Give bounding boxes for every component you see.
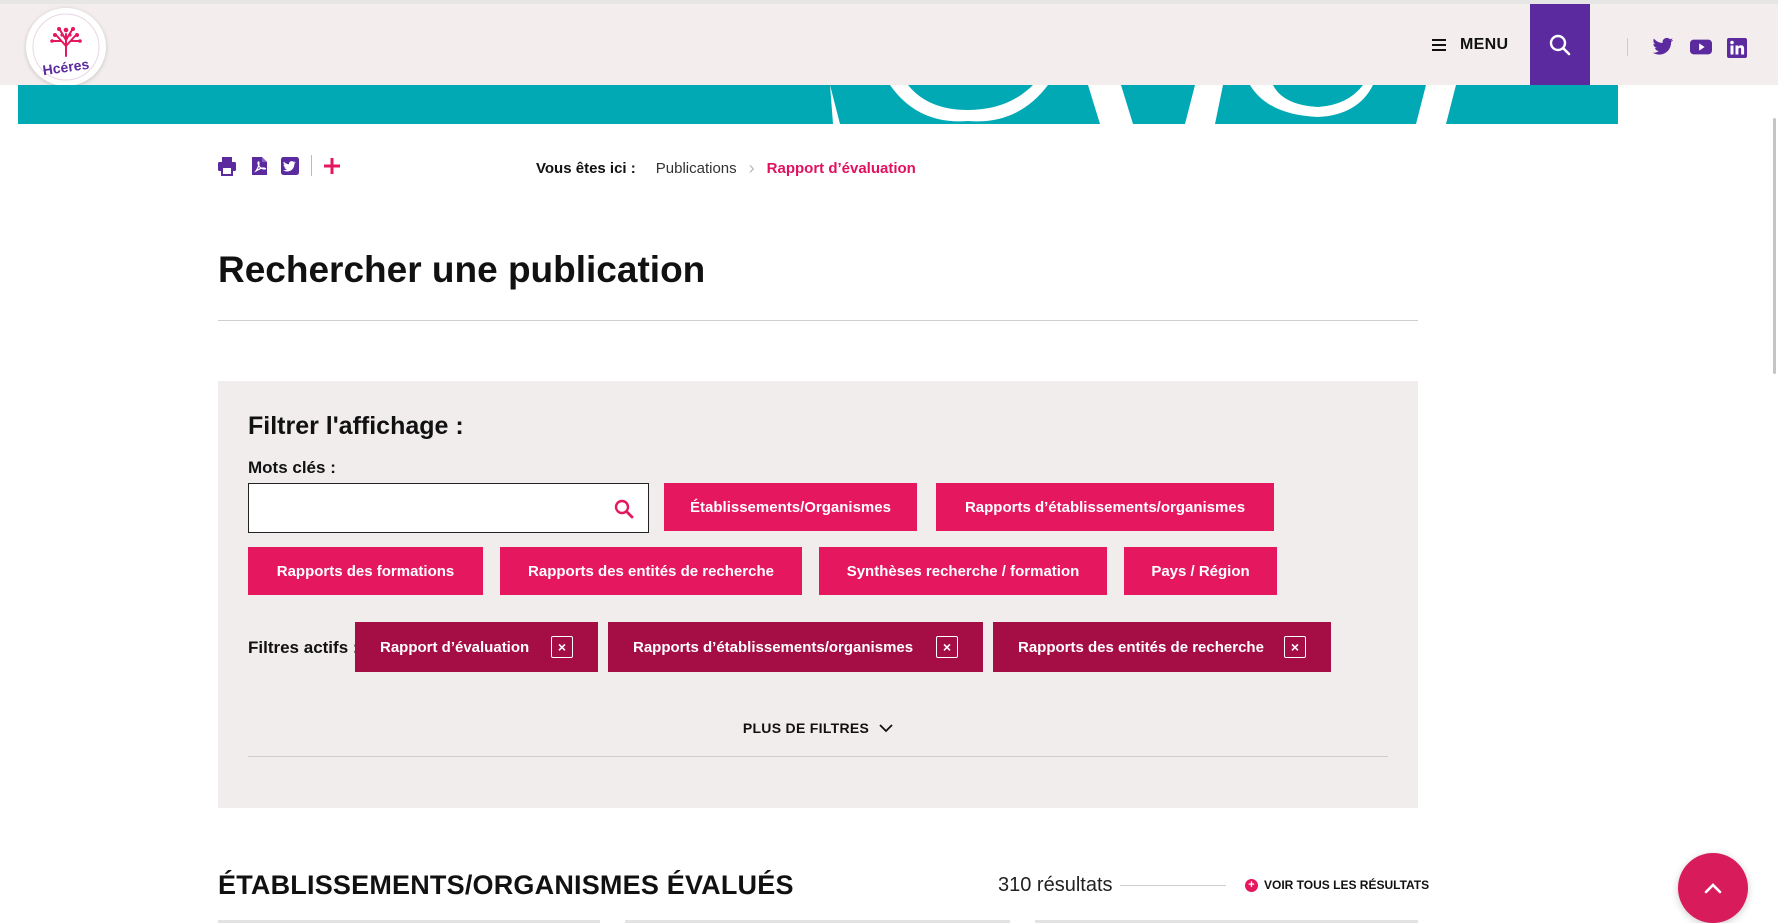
- hceres-logo[interactable]: Hcéres: [26, 8, 106, 86]
- active-filters-label: Filtres actifs :: [248, 638, 359, 657]
- linkedin-icon[interactable]: [1727, 38, 1747, 58]
- filter-button-pays-region[interactable]: Pays / Région: [1124, 547, 1277, 595]
- filter-title: Filtrer l'affichage :: [248, 412, 464, 440]
- search-icon[interactable]: [614, 499, 634, 519]
- results-section-title: ÉTABLISSEMENTS/ORGANISMES ÉVALUÉS: [218, 870, 794, 900]
- search-icon: [1549, 34, 1571, 55]
- filter-divider: [248, 756, 1388, 757]
- breadcrumb-current: Rapport d’évaluation: [766, 160, 916, 177]
- breadcrumb: Vous êtes ici : Publications › Rapport d…: [536, 158, 916, 179]
- filter-button-etablissements[interactable]: Établissements/Organismes: [664, 483, 917, 531]
- arrow-up-icon: [1704, 883, 1722, 894]
- toolbar-divider: [311, 155, 312, 176]
- close-icon[interactable]: ×: [551, 636, 573, 658]
- active-filter-label: Rapports d’établissements/organismes: [633, 638, 914, 656]
- logo-tree-icon: Hcéres: [32, 13, 100, 81]
- header-search-button[interactable]: [1530, 4, 1590, 85]
- plus-icon[interactable]: [322, 156, 342, 176]
- site-header: Hcéres MENU: [0, 0, 1778, 86]
- back-to-top-button[interactable]: [1678, 853, 1748, 923]
- see-all-results-link[interactable]: + VOIR TOUS LES RÉSULTATS: [1245, 878, 1429, 892]
- keywords-input[interactable]: [249, 484, 599, 532]
- page-title: Rechercher une publication: [218, 249, 706, 290]
- twitter-icon[interactable]: [1652, 37, 1674, 57]
- pdf-icon[interactable]: [249, 156, 269, 176]
- filter-button-syntheses[interactable]: Synthèses recherche / formation: [819, 547, 1107, 595]
- keywords-label: Mots clés :: [248, 458, 336, 477]
- twitter-share-icon[interactable]: [280, 156, 300, 176]
- results-divider: [1120, 885, 1226, 886]
- active-filter-rapports-entites[interactable]: Rapports des entités de recherche ×: [993, 622, 1331, 672]
- hamburger-icon: [1432, 39, 1446, 51]
- breadcrumb-separator-icon: ›: [748, 158, 755, 178]
- more-filters-label: PLUS DE FILTRES: [742, 720, 870, 736]
- filter-button-rapports-etablissements[interactable]: Rapports d’établissements/organismes: [936, 483, 1274, 531]
- title-divider: [218, 320, 1418, 321]
- hero-banner: [18, 85, 1618, 124]
- filter-button-rapports-formations[interactable]: Rapports des formations: [248, 547, 483, 595]
- filter-panel: Filtrer l'affichage : Mots clés : Établi…: [218, 381, 1418, 808]
- breadcrumb-prefix: Vous êtes ici :: [536, 160, 636, 177]
- youtube-icon[interactable]: [1690, 37, 1712, 57]
- results-count: 310 résultats: [998, 874, 1113, 896]
- see-all-results-label: VOIR TOUS LES RÉSULTATS: [1264, 878, 1430, 892]
- breadcrumb-publications[interactable]: Publications: [656, 160, 737, 177]
- close-icon[interactable]: ×: [936, 636, 958, 658]
- menu-button[interactable]: MENU: [1432, 36, 1508, 54]
- filter-button-rapports-entites[interactable]: Rapports des entités de recherche: [500, 547, 802, 595]
- active-filter-label: Rapport d’évaluation: [380, 638, 530, 656]
- close-icon[interactable]: ×: [1284, 636, 1306, 658]
- scrollbar-thumb[interactable]: [1773, 118, 1776, 374]
- plus-circle-icon: +: [1245, 878, 1258, 892]
- more-filters-toggle[interactable]: PLUS DE FILTRES: [218, 720, 1418, 736]
- keywords-field: [248, 483, 649, 533]
- scrollbar[interactable]: [1766, 85, 1778, 923]
- active-filter-rapports-etablissements[interactable]: Rapports d’établissements/organismes ×: [608, 622, 983, 672]
- active-filter-label: Rapports des entités de recherche: [1018, 638, 1264, 656]
- menu-label: MENU: [1460, 36, 1509, 53]
- chevron-down-icon: [879, 723, 893, 732]
- header-divider: [1627, 38, 1628, 56]
- print-icon[interactable]: [217, 156, 237, 176]
- active-filter-rapport-evaluation[interactable]: Rapport d’évaluation ×: [355, 622, 598, 672]
- banner-graphic: [830, 85, 1456, 124]
